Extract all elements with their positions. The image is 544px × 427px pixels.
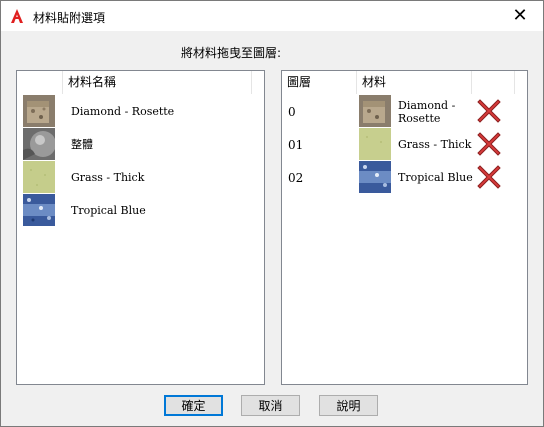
dialog-window: 材料貼附選項 ✕ 將材料拖曳至圖層: 材料名稱 Diamond - Rosett…	[0, 0, 544, 427]
thumb-column-header[interactable]	[17, 71, 63, 94]
ok-button[interactable]: 確定	[164, 395, 223, 416]
sphere-thumbnail	[23, 128, 55, 160]
material-column-header[interactable]: 材料	[357, 71, 472, 94]
material-name: Grass - Thick	[71, 171, 145, 184]
delete-x-icon[interactable]	[474, 96, 504, 126]
instruction-label: 將材料拖曳至圖層:	[181, 46, 282, 60]
material-name-line1: Diamond -	[398, 99, 456, 112]
material-name-column-header[interactable]: 材料名稱	[63, 71, 252, 94]
layer-name: 02	[288, 171, 304, 185]
grass-thumbnail	[359, 128, 391, 160]
layer-material-list[interactable]: 圖層 材料 0 Diamond - Rosette 01 Grass - Thi…	[281, 70, 528, 385]
delete-x-icon[interactable]	[474, 129, 504, 159]
stone-thumbnail	[359, 95, 391, 127]
stone-thumbnail	[23, 95, 55, 127]
blue-granite-thumbnail	[23, 194, 55, 226]
title-bar: 材料貼附選項 ✕	[1, 1, 543, 31]
material-item-diamond-rosette[interactable]: Diamond - Rosette	[17, 95, 264, 128]
layer-row[interactable]: 01 Grass - Thick	[282, 128, 527, 161]
layer-row[interactable]: 02 Tropical Blue	[282, 161, 527, 194]
layer-column-header[interactable]: 圖層	[282, 71, 357, 94]
material-list-header: 材料名稱	[17, 71, 264, 94]
material-item-global[interactable]: 整體	[17, 128, 264, 161]
grass-thumbnail	[23, 161, 55, 193]
close-button[interactable]: ✕	[497, 1, 543, 31]
blue-granite-thumbnail	[359, 161, 391, 193]
layer-name: 0	[288, 105, 296, 119]
material-name-line1: Tropical Blue	[398, 171, 473, 184]
help-button[interactable]: 說明	[319, 395, 378, 416]
layer-name: 01	[288, 138, 304, 152]
material-name: Tropical Blue	[71, 204, 146, 217]
material-name-line2: Rosette	[398, 112, 441, 125]
material-list[interactable]: 材料名稱 Diamond - Rosette 整體 Grass - Thick …	[16, 70, 265, 385]
delete-x-icon[interactable]	[474, 162, 504, 192]
close-icon: ✕	[512, 5, 528, 26]
material-name: 整體	[71, 138, 93, 151]
material-name: Diamond - Rosette	[71, 105, 175, 118]
autocad-logo-icon	[11, 9, 23, 23]
layer-list-header: 圖層 材料	[282, 71, 527, 94]
cancel-button[interactable]: 取消	[241, 395, 300, 416]
material-item-tropical-blue[interactable]: Tropical Blue	[17, 194, 264, 227]
material-item-grass-thick[interactable]: Grass - Thick	[17, 161, 264, 194]
layer-row[interactable]: 0 Diamond - Rosette	[282, 95, 527, 128]
window-title: 材料貼附選項	[33, 11, 106, 25]
material-name-line1: Grass - Thick	[398, 138, 472, 151]
action-column-header[interactable]	[472, 71, 515, 94]
